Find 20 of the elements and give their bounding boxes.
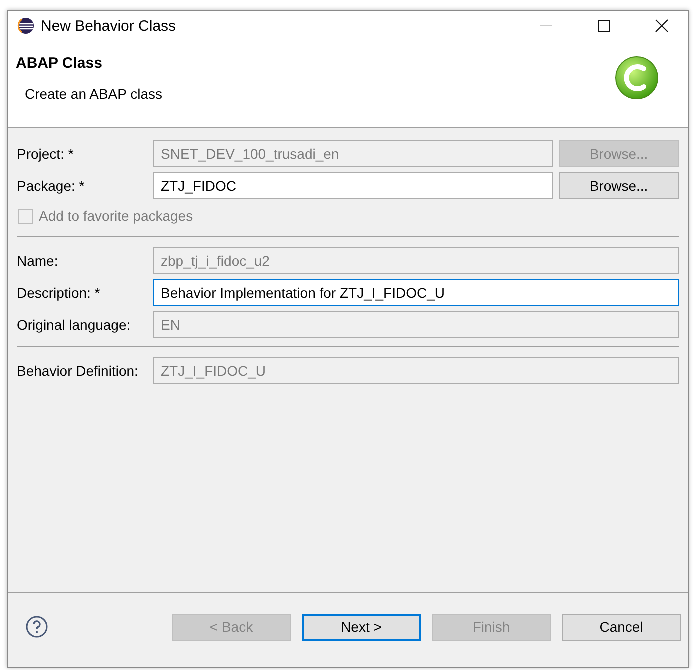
close-icon[interactable] — [655, 19, 669, 33]
browse-button[interactable]: Browse... — [559, 172, 679, 199]
page-title: ABAP Class — [16, 55, 104, 72]
field-label: Project: * — [17, 146, 75, 162]
field-label: Original language: — [17, 316, 132, 332]
field-label: Behavior Definition: — [17, 362, 140, 378]
dialog-button[interactable]: Cancel — [562, 614, 681, 640]
text-field[interactable]: ZTJ_FIDOC — [153, 172, 553, 199]
dialog-button[interactable]: Next > — [302, 614, 421, 640]
eclipse-icon — [17, 17, 35, 35]
field-label: Description: * — [17, 284, 102, 300]
maximize-icon[interactable] — [597, 19, 611, 33]
class-icon — [614, 55, 660, 101]
page-description: Create an ABAP class — [25, 86, 162, 102]
checkbox-label: Add to favorite packages — [39, 208, 194, 224]
window-title: New Behavior Class — [41, 18, 176, 34]
help-icon[interactable] — [26, 616, 48, 638]
field-label: Package: * — [17, 178, 86, 194]
text-field[interactable]: Behavior Implementation for ZTJ_I_FIDOC_U — [153, 279, 679, 306]
field-label: Name: — [17, 252, 60, 268]
